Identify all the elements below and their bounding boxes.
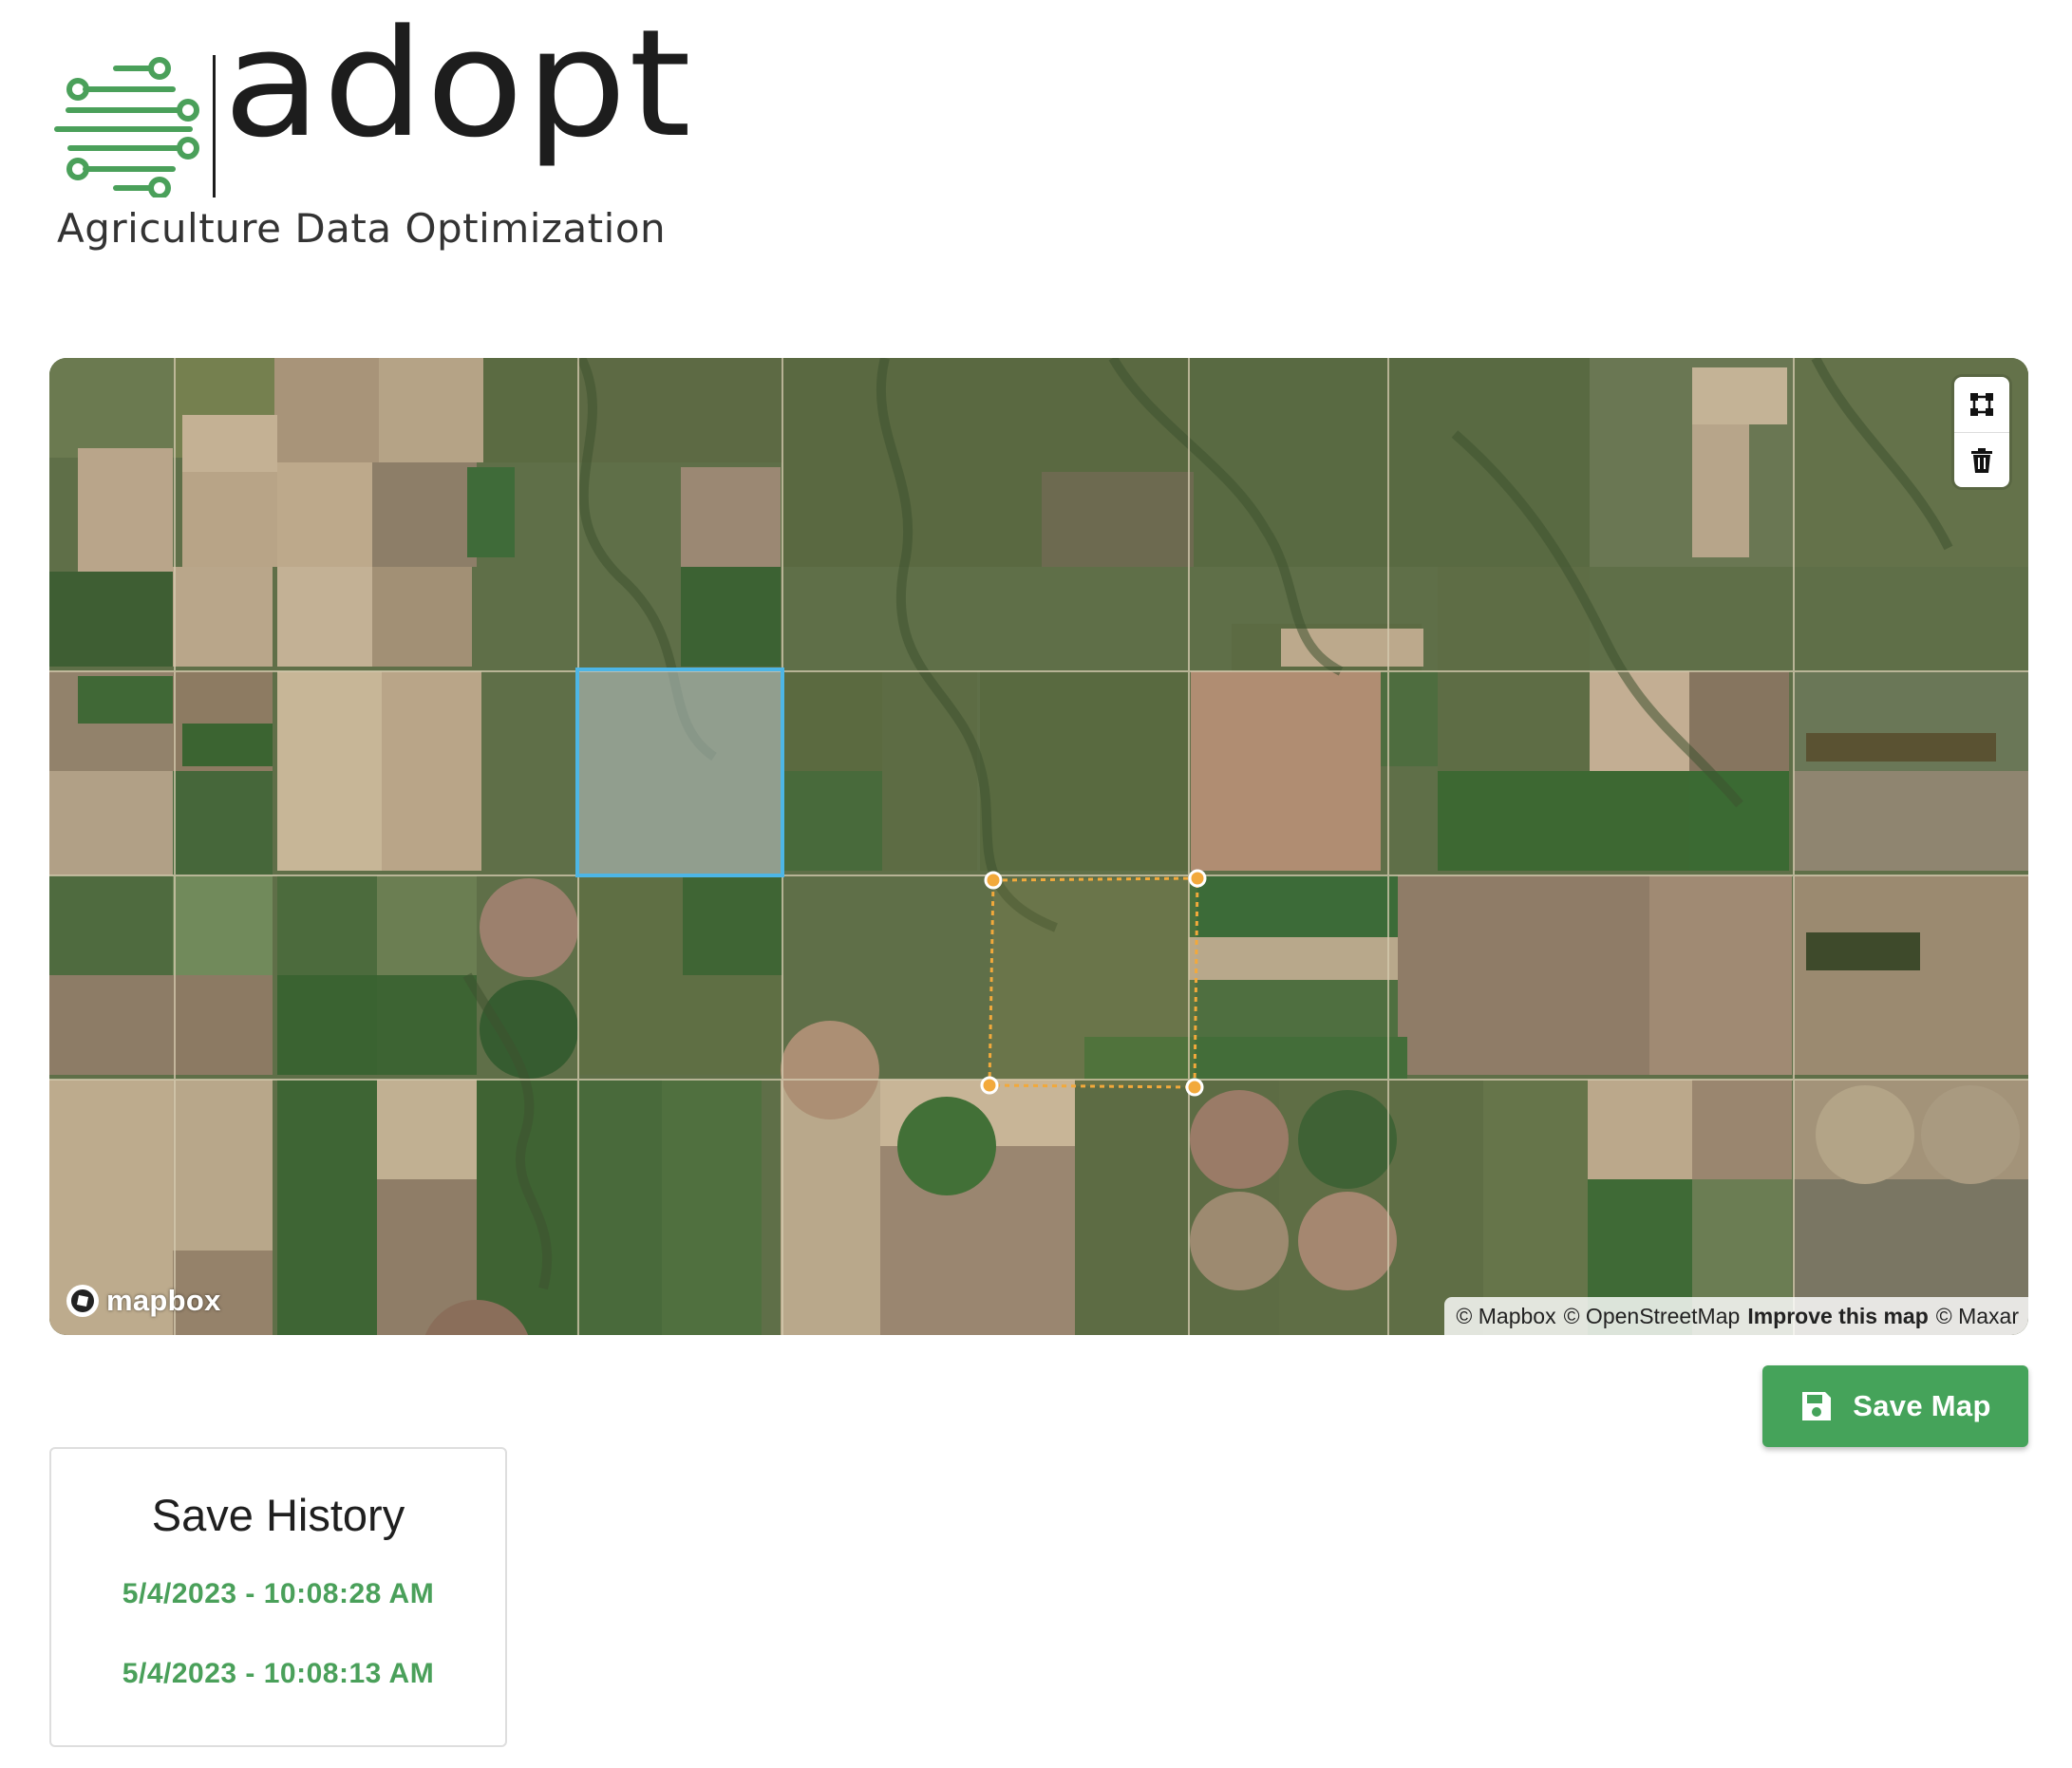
adopt-logo: adopt Agriculture Data Optimization: [49, 9, 691, 264]
attribution-mapbox-link[interactable]: © Mapbox: [1456, 1304, 1555, 1329]
attribution-maxar-link[interactable]: © Maxar: [1936, 1304, 2019, 1329]
logo-divider: [213, 55, 216, 197]
mapbox-wordmark: mapbox: [106, 1284, 221, 1317]
polygon-vertex-handle[interactable]: [980, 1076, 999, 1095]
polygon-vertex-handle[interactable]: [984, 871, 1003, 890]
brand-tagline: Agriculture Data Optimization: [57, 205, 667, 252]
save-map-label: Save Map: [1853, 1389, 1991, 1422]
mapbox-icon: [66, 1285, 99, 1317]
polygon-vertex-handle[interactable]: [1185, 1078, 1204, 1097]
save-map-button[interactable]: Save Map: [1762, 1365, 2028, 1447]
save-history-title: Save History: [151, 1490, 405, 1540]
polygon-draw-button[interactable]: [1954, 377, 2009, 432]
polygon-vertex-handle[interactable]: [1188, 869, 1207, 888]
mapbox-logo[interactable]: mapbox: [65, 1278, 221, 1324]
satellite-map[interactable]: mapbox © Mapbox © OpenStreetMap Improve …: [49, 358, 2028, 1335]
brand-name: adopt: [223, 0, 693, 171]
improve-map-link[interactable]: Improve this map: [1747, 1304, 1928, 1329]
map-attribution: © Mapbox © OpenStreetMap Improve this ma…: [1444, 1297, 2028, 1335]
draw-toolbar: [1954, 377, 2009, 487]
trash-icon: [1971, 447, 1992, 473]
saved-field-polygon[interactable]: [575, 668, 784, 877]
save-history-panel: Save History 5/4/2023 - 10:08:28 AM 5/4/…: [49, 1447, 507, 1747]
save-history-entry[interactable]: 5/4/2023 - 10:08:13 AM: [51, 1658, 505, 1690]
attribution-osm-link[interactable]: © OpenStreetMap: [1564, 1304, 1741, 1329]
delete-shape-button[interactable]: [1954, 432, 2009, 487]
satellite-imagery[interactable]: [49, 358, 2028, 1335]
circuit-leaf-logo-icon: [54, 57, 199, 197]
save-history-entry[interactable]: 5/4/2023 - 10:08:28 AM: [51, 1578, 505, 1610]
polygon-draw-icon: [1970, 393, 1993, 416]
active-field-polygon[interactable]: [988, 876, 1199, 1089]
floppy-disk-icon: [1802, 1392, 1832, 1420]
